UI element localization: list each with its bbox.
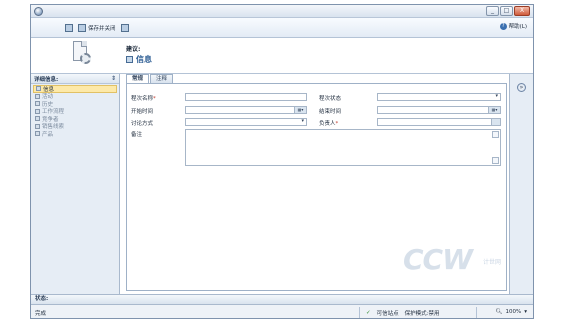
save-and-close-label: 保存并关闭	[88, 25, 116, 32]
end-time-label: 结束时间	[319, 109, 342, 115]
right-rail: »	[509, 74, 533, 294]
entity-type-label: 建议:	[126, 46, 141, 53]
nav-list: 信息 活动 历史 工作流程 竞争者 销售线索 产品	[31, 84, 119, 138]
help-button[interactable]: ? 帮助(L)	[499, 22, 527, 30]
status-bar: 完成 ✓ 可信站点 保护模式:禁用 🔍︎ 100% ▾	[31, 304, 533, 318]
competitor-icon	[35, 116, 40, 122]
watermark-subtext: 计世网	[483, 259, 502, 266]
form-footer: 状态:	[31, 294, 533, 304]
window-controls: _ □ X	[486, 6, 530, 16]
history-icon	[35, 101, 40, 107]
zoom-level: 100%	[505, 309, 522, 315]
required-mark: *	[335, 121, 339, 127]
scroll-down-button[interactable]	[492, 157, 499, 164]
calendar-icon[interactable]: ▦▾	[294, 107, 306, 113]
campaign-name-label: 程次名称*	[131, 94, 156, 102]
save-close-icon	[78, 23, 86, 32]
info-nav-icon	[36, 86, 41, 92]
help-icon: ?	[499, 22, 507, 30]
zoom-control[interactable]: 🔍︎ 100% ▾	[496, 309, 527, 315]
nav-header: 详细信息: ⇕	[31, 74, 119, 84]
form-tabs: 常规 注释	[126, 74, 174, 83]
watermark-logo: CCW	[403, 243, 473, 276]
expand-icon[interactable]: »	[517, 83, 526, 92]
save-button[interactable]	[65, 22, 73, 33]
lookup-icon[interactable]	[491, 119, 500, 125]
campaign-name-label-text: 程次名称	[131, 96, 154, 102]
collapse-icon[interactable]: ⇕	[111, 75, 116, 82]
nav-item-label: 产品	[42, 131, 54, 138]
nav-header-label: 详细信息:	[34, 76, 59, 83]
minimize-button[interactable]: _	[486, 6, 499, 16]
toolbar: 保存并关闭 ? 帮助(L)	[31, 18, 533, 38]
title-bar: _ □ X	[31, 5, 533, 18]
status-separator	[359, 307, 360, 318]
status-label: 程次状态	[319, 96, 342, 102]
tab-notes[interactable]: 注释	[150, 74, 174, 83]
maximize-button[interactable]: □	[500, 6, 513, 16]
notes-textarea[interactable]	[185, 129, 501, 166]
campaign-name-field[interactable]	[185, 93, 307, 101]
chevron-down-icon: ▾	[301, 118, 304, 124]
status-dropdown[interactable]: ▾	[377, 93, 501, 101]
gear-icon	[80, 53, 91, 64]
activity-icon	[35, 93, 40, 99]
close-button[interactable]: X	[514, 6, 530, 16]
checkmark-icon: ✓	[366, 310, 371, 316]
crm-window: _ □ X 保存并关闭 ? 帮助(L) 建议: 信息 详细信息: ⇕ 信息 活动…	[30, 4, 534, 319]
record-header: 建议: 信息	[31, 38, 533, 74]
chevron-down-icon: ▾	[524, 309, 527, 315]
security-zone: ✓ 可信站点 保护模式:禁用	[366, 309, 439, 317]
save-and-close-button[interactable]: 保存并关闭	[78, 22, 116, 33]
lead-icon	[35, 123, 40, 129]
help-label: 帮助(L)	[508, 24, 527, 30]
product-icon	[35, 131, 40, 137]
method-label: 讨论方式	[131, 121, 154, 127]
left-navigation: 详细信息: ⇕ 信息 活动 历史 工作流程 竞争者 销售线索 产品	[31, 74, 120, 294]
nav-item-products[interactable]: 产品	[31, 130, 119, 138]
entity-title-text: 信息	[136, 55, 152, 64]
owner-label-text: 负责人	[319, 121, 336, 127]
protected-mode-label: 保护模式:禁用	[404, 311, 440, 317]
save-icon	[65, 23, 73, 32]
entity-title: 信息	[126, 54, 152, 65]
trusted-sites-label: 可信站点	[376, 311, 399, 317]
method-dropdown[interactable]: ▾	[185, 118, 307, 126]
start-time-label: 开始时间	[131, 109, 154, 115]
tab-general[interactable]: 常规	[126, 74, 150, 83]
scroll-up-button[interactable]	[492, 131, 499, 138]
workflow-icon	[35, 108, 40, 114]
start-time-field[interactable]: ▦▾	[185, 106, 307, 114]
required-mark: *	[153, 96, 156, 102]
owner-lookup-field[interactable]	[377, 118, 501, 126]
notes-label: 备注	[131, 132, 143, 138]
status-separator	[476, 307, 477, 318]
end-time-field[interactable]: ▦▾	[377, 106, 501, 114]
refresh-icon	[121, 23, 129, 32]
zoom-icon: 🔍︎	[495, 309, 503, 315]
app-icon	[34, 7, 43, 16]
refresh-button[interactable]	[121, 22, 129, 33]
chevron-down-icon: ▾	[495, 93, 498, 99]
status-text: 完成	[35, 311, 47, 317]
owner-label: 负责人*	[319, 119, 338, 127]
calendar-icon[interactable]: ▦▾	[488, 107, 500, 113]
info-icon	[126, 56, 133, 63]
